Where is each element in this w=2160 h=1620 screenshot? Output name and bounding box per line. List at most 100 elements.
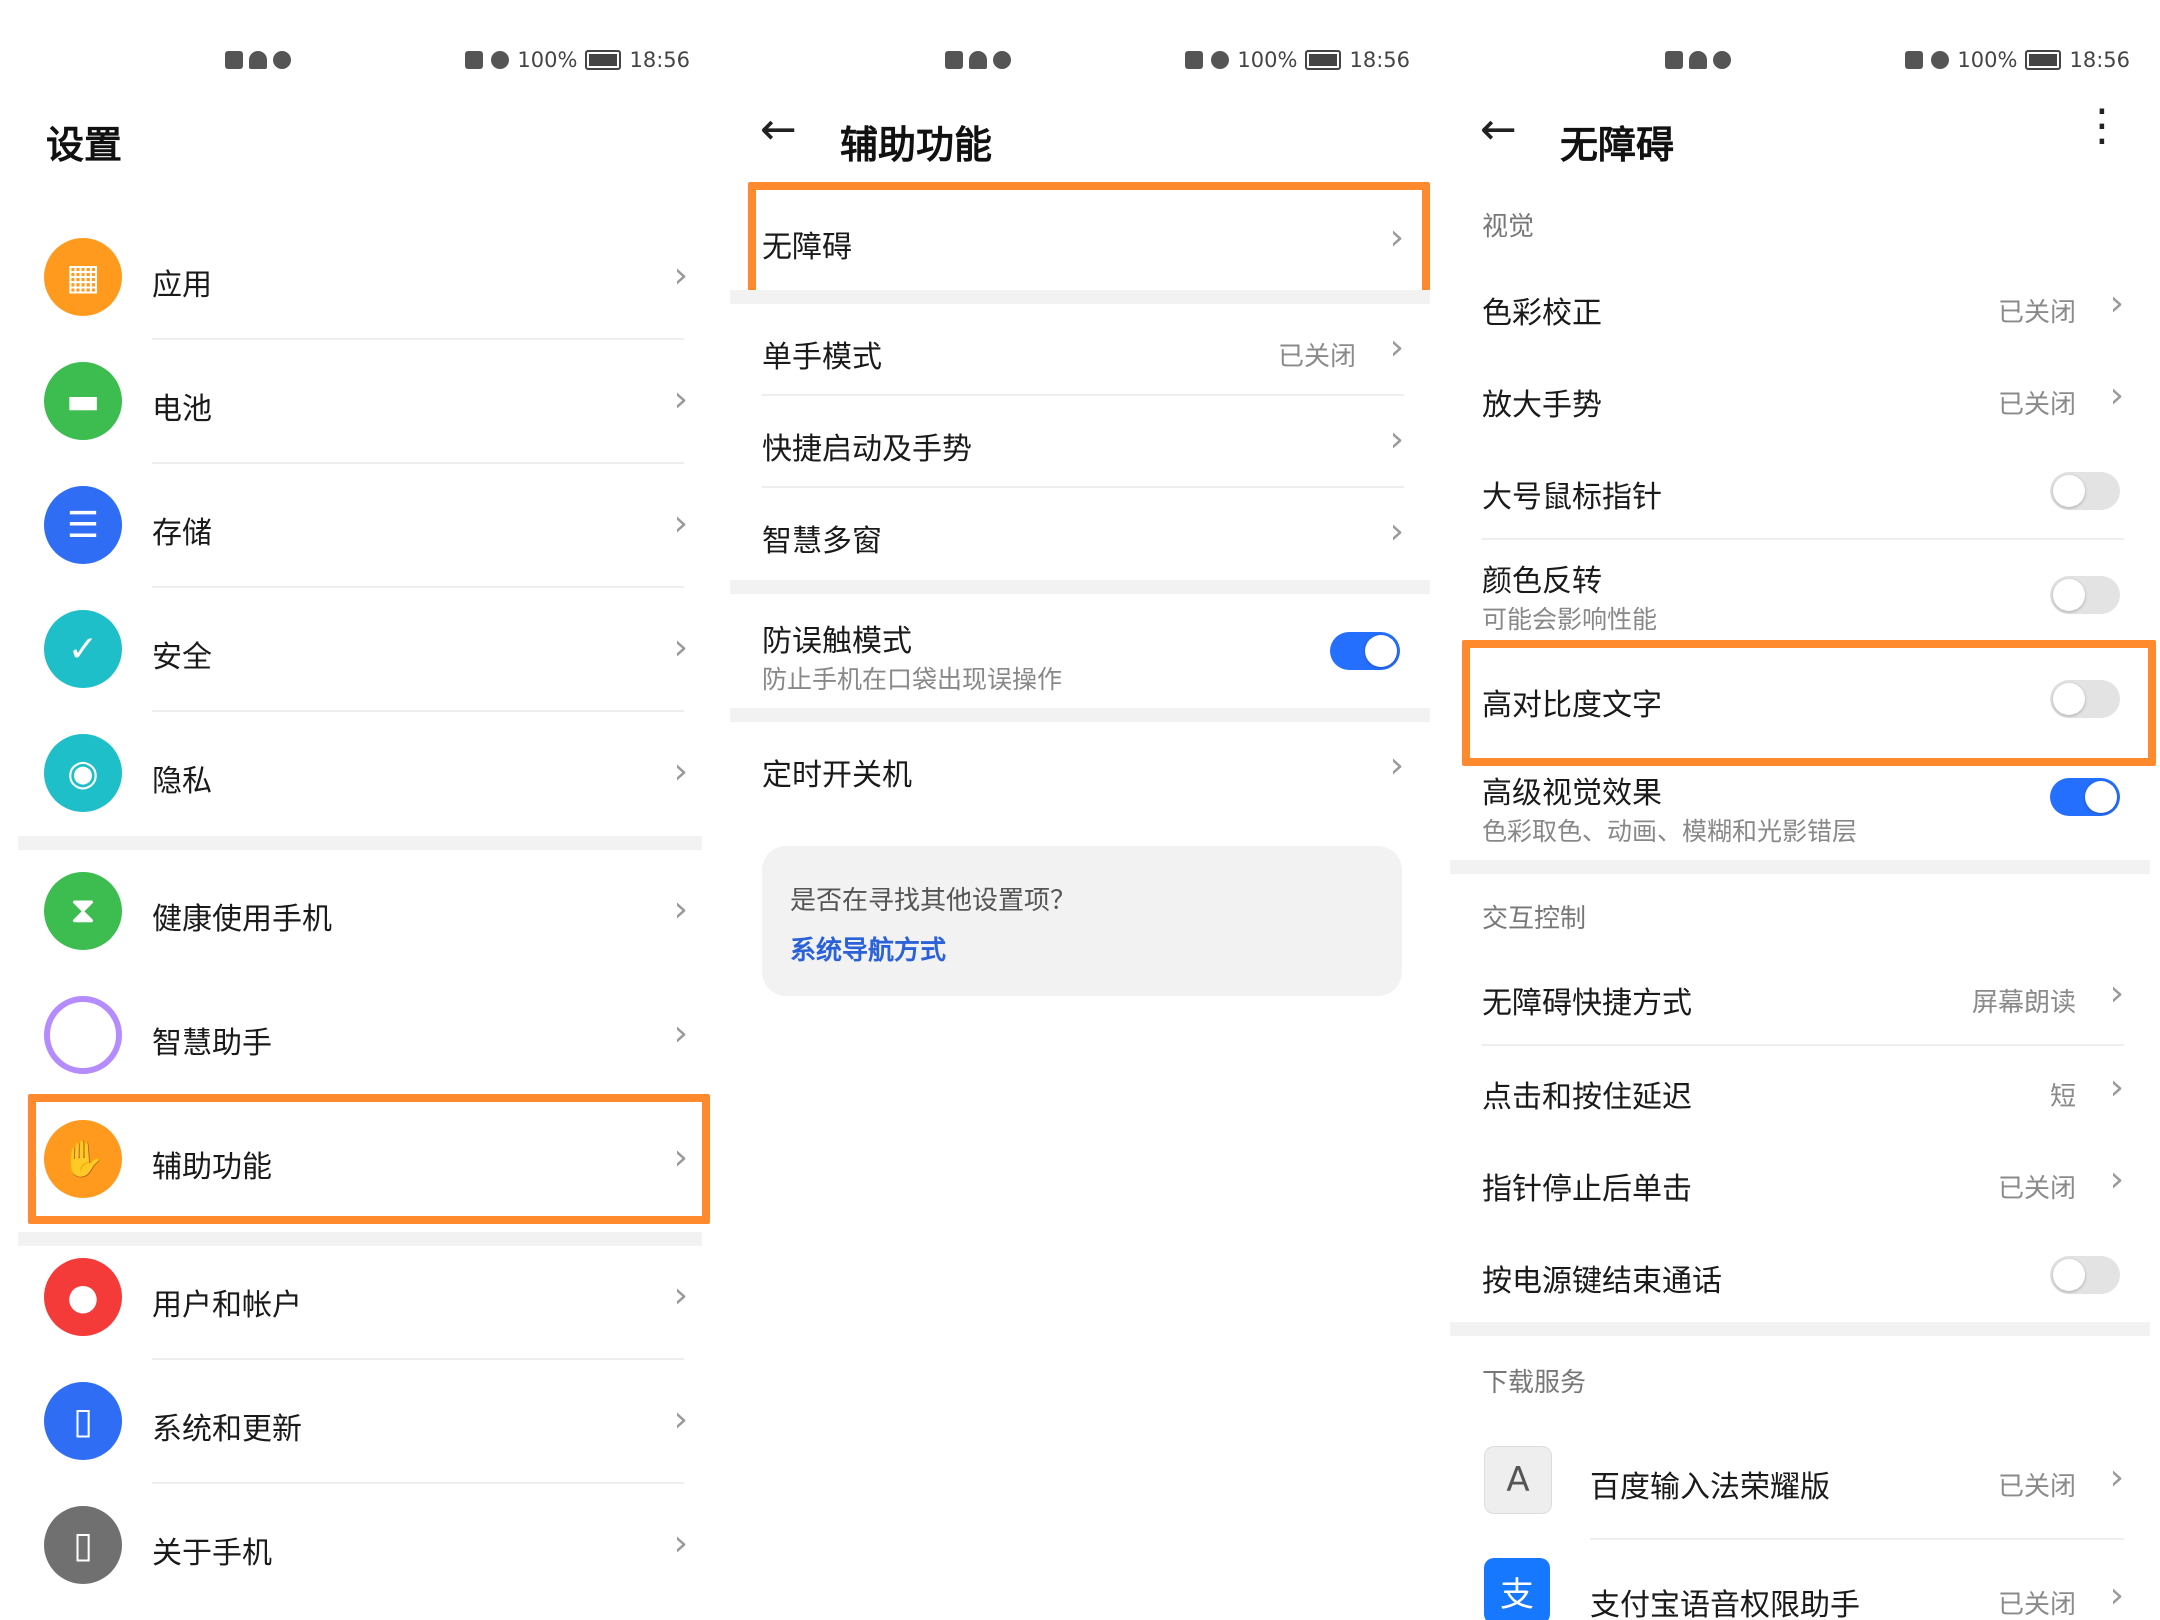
section-gap bbox=[1450, 860, 2150, 874]
chevron-right-icon: › bbox=[1389, 745, 1404, 786]
item-value: 已关闭 bbox=[1997, 390, 2076, 420]
settings-item-privacy[interactable]: ◉ 隐私 › bbox=[0, 726, 720, 836]
accidental-touch-toggle[interactable] bbox=[1330, 632, 1400, 670]
item-label: 大号鼠标指针 bbox=[1482, 480, 1662, 515]
menu-item-scheduled-power[interactable]: 定时开关机 › bbox=[720, 722, 1440, 816]
chevron-right-icon: › bbox=[2109, 1067, 2124, 1108]
item-dwell-click[interactable]: 指针停止后单击 已关闭 › bbox=[1440, 1138, 2160, 1230]
item-touch-hold-delay[interactable]: 点击和按住延迟 短 › bbox=[1440, 1046, 2160, 1138]
hotspot-icon bbox=[1689, 51, 1707, 69]
item-magnification[interactable]: 放大手势 已关闭 › bbox=[1440, 354, 2160, 446]
clock: 18:56 bbox=[629, 48, 690, 72]
back-arrow-icon[interactable]: ← bbox=[760, 104, 797, 155]
suggestion-link[interactable]: 系统导航方式 bbox=[790, 930, 946, 967]
item-value: 屏幕朗读 bbox=[1971, 988, 2076, 1018]
menu-item-multi-window[interactable]: 智慧多窗 › bbox=[720, 488, 1440, 580]
chevron-right-icon: › bbox=[673, 751, 688, 792]
barrier-free-panel: 100% 18:56 ← 无障碍 ⋮ 视觉 色彩校正 已关闭 › 放大手势 已关… bbox=[1440, 0, 2160, 1620]
settings-item-users[interactable]: ● 用户和帐户 › bbox=[0, 1250, 720, 1360]
item-label: 放大手势 bbox=[1482, 388, 1602, 423]
item-color-correction[interactable]: 色彩校正 已关闭 › bbox=[1440, 262, 2160, 354]
menu-item-accidental-touch[interactable]: 防误触模式 防止手机在口袋出现误操作 bbox=[720, 594, 1440, 708]
item-label: 电池 bbox=[152, 392, 212, 427]
item-label: 关于手机 bbox=[152, 1536, 272, 1571]
settings-item-digital-balance[interactable]: ⧗ 健康使用手机 › bbox=[0, 864, 720, 974]
alarm-icon bbox=[1931, 51, 1950, 69]
item-advanced-visual-effects: 高级视觉效果 色彩取色、动画、模糊和光影错层 bbox=[1440, 752, 2160, 866]
item-label: 按电源键结束通话 bbox=[1482, 1264, 1722, 1299]
hand-icon: ✋ bbox=[44, 1120, 122, 1198]
accessibility-panel: 100% 18:56 ← 辅助功能 无障碍 › 单手模式 已关闭 › 快捷启动及… bbox=[720, 0, 1440, 1620]
item-label: 健康使用手机 bbox=[152, 902, 332, 937]
chevron-right-icon: › bbox=[673, 503, 688, 544]
battery-status-icon bbox=[2025, 50, 2062, 70]
settings-item-storage[interactable]: ☰ 存储 › bbox=[0, 478, 720, 588]
settings-item-security[interactable]: ✓ 安全 › bbox=[0, 602, 720, 712]
apps-icon: ▦ bbox=[44, 238, 122, 316]
item-label: 高对比度文字 bbox=[1482, 688, 1662, 723]
large-pointer-toggle[interactable] bbox=[2050, 472, 2120, 510]
b-icon bbox=[1665, 51, 1683, 69]
hourglass-icon: ⧗ bbox=[44, 872, 122, 950]
menu-item-barrier-free[interactable]: 无障碍 › bbox=[720, 190, 1440, 290]
settings-panel: 100% 18:56 设置 ▦ 应用 › ▬ 电池 › ☰ 存储 › ✓ 安全 … bbox=[0, 0, 720, 1620]
item-label: 百度输入法荣耀版 bbox=[1590, 1470, 1830, 1505]
settings-item-assistant[interactable]: 智慧助手 › bbox=[0, 988, 720, 1098]
phone-info-icon: ▯ bbox=[44, 1506, 122, 1584]
item-subtitle: 色彩取色、动画、模糊和光影错层 bbox=[1482, 817, 1858, 846]
settings-item-battery[interactable]: ▬ 电池 › bbox=[0, 354, 720, 464]
item-label: 智慧多窗 bbox=[762, 524, 882, 559]
section-gap bbox=[18, 1232, 702, 1246]
settings-item-accessibility[interactable]: ✋ 辅助功能 › bbox=[0, 1112, 720, 1222]
more-options-icon[interactable]: ⋮ bbox=[2080, 104, 2124, 148]
divider bbox=[152, 462, 684, 464]
suggestion-question: 是否在寻找其他设置项？ bbox=[790, 886, 1077, 916]
b-icon bbox=[225, 51, 243, 69]
divider bbox=[152, 1358, 684, 1360]
section-gap bbox=[1450, 1322, 2150, 1336]
item-baidu-input[interactable]: A 百度输入法荣耀版 已关闭 › bbox=[1440, 1428, 2160, 1532]
item-label: 颜色反转 bbox=[1482, 564, 1602, 599]
settings-item-system[interactable]: ▯ 系统和更新 › bbox=[0, 1374, 720, 1484]
settings-item-apps[interactable]: ▦ 应用 › bbox=[0, 230, 720, 340]
section-header-download: 下载服务 bbox=[1482, 1368, 1587, 1398]
divider bbox=[152, 338, 684, 340]
item-label: 安全 bbox=[152, 640, 212, 675]
divider bbox=[152, 1482, 684, 1484]
chevron-right-icon: › bbox=[2109, 375, 2124, 416]
item-alipay-voice[interactable]: 支 支付宝语音权限助手 已关闭 › bbox=[1440, 1540, 2160, 1620]
item-value: 已关闭 bbox=[1997, 1472, 2076, 1502]
item-label: 应用 bbox=[152, 268, 212, 303]
health-icon bbox=[273, 51, 291, 69]
menu-item-one-hand[interactable]: 单手模式 已关闭 › bbox=[720, 304, 1440, 396]
chevron-right-icon: › bbox=[673, 255, 688, 296]
menu-item-shortcuts-gestures[interactable]: 快捷启动及手势 › bbox=[720, 396, 1440, 488]
chevron-right-icon: › bbox=[673, 627, 688, 668]
chevron-right-icon: › bbox=[673, 1523, 688, 1564]
hotspot-icon bbox=[969, 51, 987, 69]
battery-status-icon bbox=[1305, 50, 1342, 70]
storage-icon: ☰ bbox=[44, 486, 122, 564]
item-label: 无障碍快捷方式 bbox=[1482, 986, 1692, 1021]
clock: 18:56 bbox=[2069, 48, 2130, 72]
item-label: 快捷启动及手势 bbox=[762, 432, 972, 467]
advanced-visual-effects-toggle[interactable] bbox=[2050, 778, 2120, 816]
user-icon: ● bbox=[44, 1258, 122, 1336]
item-label: 色彩校正 bbox=[1482, 296, 1602, 331]
item-label: 用户和帐户 bbox=[152, 1288, 302, 1323]
divider bbox=[152, 586, 684, 588]
nfc-icon bbox=[465, 51, 484, 69]
back-arrow-icon[interactable]: ← bbox=[1480, 104, 1517, 155]
color-inversion-toggle[interactable] bbox=[2050, 576, 2120, 614]
settings-item-about[interactable]: ▯ 关于手机 › bbox=[0, 1498, 720, 1608]
item-label: 单手模式 bbox=[762, 340, 882, 375]
item-power-ends-call: 按电源键结束通话 bbox=[1440, 1230, 2160, 1322]
battery-percent: 100% bbox=[1957, 48, 2018, 72]
battery-percent: 100% bbox=[1237, 48, 1298, 72]
status-icons-left bbox=[945, 40, 1011, 80]
high-contrast-text-toggle[interactable] bbox=[2050, 680, 2120, 718]
assistant-icon bbox=[44, 996, 122, 1074]
power-ends-call-toggle[interactable] bbox=[2050, 1256, 2120, 1294]
chevron-right-icon: › bbox=[673, 1013, 688, 1054]
item-accessibility-shortcut[interactable]: 无障碍快捷方式 屏幕朗读 › bbox=[1440, 952, 2160, 1044]
